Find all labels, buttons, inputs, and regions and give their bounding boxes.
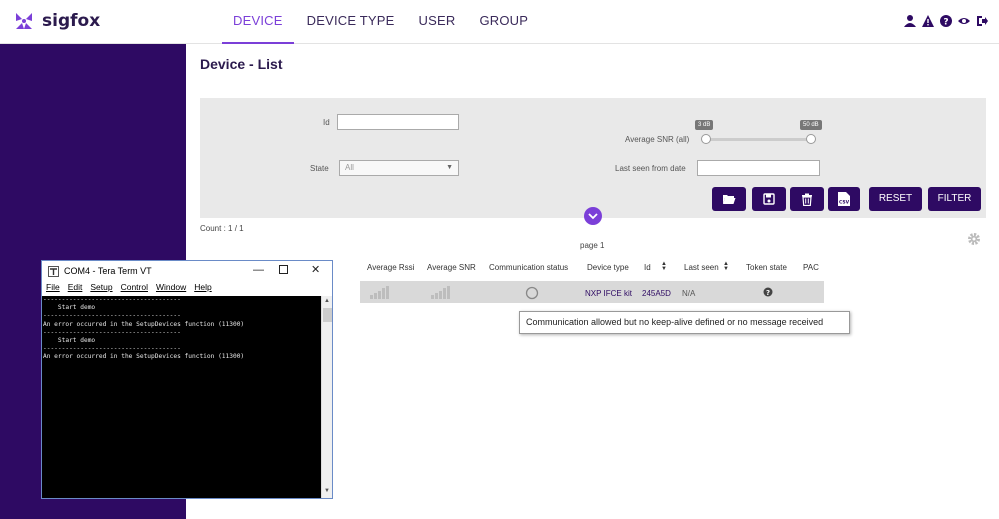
page-title: Device - List xyxy=(200,56,283,72)
trash-icon xyxy=(802,193,812,206)
nav-device[interactable]: DEVICE xyxy=(222,0,294,44)
snr-min-tooltip: 3 dB xyxy=(695,120,714,130)
column-average-snr[interactable]: Average SNR xyxy=(427,263,476,272)
terminal-line: Start demo xyxy=(43,304,96,312)
snr-signal-icon xyxy=(431,285,453,301)
help-icon[interactable]: ? xyxy=(939,14,953,28)
sigfox-logo[interactable]: sigfox xyxy=(12,9,100,33)
snr-slider-track[interactable] xyxy=(706,138,813,141)
reset-button[interactable]: RESET xyxy=(869,187,922,211)
tera-term-titlebar[interactable]: COM4 - Tera Term VT — ✕ xyxy=(42,261,332,282)
sort-last-seen-icon[interactable]: ▲ ▼ xyxy=(723,261,729,272)
svg-text:?: ? xyxy=(766,289,770,297)
tera-term-title: COM4 - Tera Term VT xyxy=(64,266,152,276)
token-help-icon[interactable]: ? xyxy=(763,287,773,299)
terminal-line: ------------------------------------- xyxy=(43,345,181,353)
menu-setup[interactable]: Setup xyxy=(90,282,112,296)
communication-status-icon[interactable] xyxy=(525,286,539,302)
close-icon[interactable]: ✕ xyxy=(311,263,320,276)
menu-file[interactable]: File xyxy=(46,282,60,296)
maximize-icon[interactable] xyxy=(279,265,288,277)
csv-file-icon: CSV xyxy=(838,192,850,206)
device-type-link[interactable]: NXP IFCE kit xyxy=(585,289,632,298)
snr-min-handle[interactable] xyxy=(701,134,711,144)
column-token-state[interactable]: Token state xyxy=(746,263,787,272)
sigfox-logo-icon xyxy=(16,13,32,29)
column-id[interactable]: Id xyxy=(644,263,651,272)
terminal-line: ------------------------------------- xyxy=(43,328,181,336)
snr-label: Average SNR (all) xyxy=(625,135,690,144)
main-nav: DEVICE DEVICE TYPE USER GROUP xyxy=(222,0,541,44)
scroll-down-icon[interactable]: ▼ xyxy=(324,488,330,494)
chevron-down-icon: ▼ xyxy=(446,164,453,171)
terminal-line: Start demo xyxy=(43,337,96,345)
column-last-seen[interactable]: Last seen xyxy=(684,263,719,272)
nav-device-type[interactable]: DEVICE TYPE xyxy=(296,0,406,44)
menu-help[interactable]: Help xyxy=(194,282,211,296)
filter-panel: Id State All ▼ Average SNR (all) 3 dB 50… xyxy=(200,98,986,218)
logout-icon[interactable] xyxy=(975,14,989,28)
state-select-value: All xyxy=(345,163,354,172)
status-tooltip: Communication allowed but no keep-alive … xyxy=(519,311,850,334)
id-label: Id xyxy=(323,118,330,127)
terminal-line: ------------------------------------- xyxy=(43,296,181,303)
minimize-icon[interactable]: — xyxy=(253,264,264,276)
svg-text:?: ? xyxy=(943,18,948,28)
export-csv-button[interactable]: CSV xyxy=(828,187,860,211)
terminal-line: ------------------------------------- xyxy=(43,312,181,320)
chevron-down-icon xyxy=(588,213,598,220)
user-icon[interactable] xyxy=(903,14,917,28)
column-pac[interactable]: PAC xyxy=(803,263,819,272)
column-device-type[interactable]: Device type xyxy=(587,263,629,272)
terminal-screen[interactable]: ------------------------------------- St… xyxy=(42,296,321,498)
delete-button[interactable] xyxy=(790,187,824,211)
column-communication-status[interactable]: Communication status xyxy=(489,263,568,272)
csv-label: CSV xyxy=(839,200,850,206)
folder-open-icon xyxy=(723,195,736,204)
state-select[interactable]: All ▼ xyxy=(339,160,459,176)
scroll-up-icon[interactable]: ▲ xyxy=(324,298,330,304)
rssi-signal-icon xyxy=(370,285,392,301)
last-seen-date-input[interactable] xyxy=(697,160,820,176)
menu-window[interactable]: Window xyxy=(156,282,186,296)
column-average-rssi[interactable]: Average Rssi xyxy=(367,263,414,272)
terminal-scrollbar[interactable]: ▲ ▼ xyxy=(321,296,332,498)
expand-filters-button[interactable] xyxy=(584,207,602,225)
top-bar: sigfox DEVICE DEVICE TYPE USER GROUP ? xyxy=(0,0,999,44)
snr-max-handle[interactable] xyxy=(806,134,816,144)
last-seen-value: N/A xyxy=(682,289,696,298)
state-label: State xyxy=(310,164,329,173)
filter-button[interactable]: FILTER xyxy=(928,187,981,211)
tera-term-window: COM4 - Tera Term VT — ✕ File Edit Setup … xyxy=(41,260,333,499)
gear-icon[interactable] xyxy=(967,232,981,251)
warning-icon[interactable] xyxy=(921,14,935,28)
nav-user[interactable]: USER xyxy=(408,0,467,44)
id-input[interactable] xyxy=(337,114,459,130)
last-seen-label: Last seen from date xyxy=(615,164,686,173)
terminal-line: An error occurred in the SetupDevices fu… xyxy=(43,320,245,328)
pagination-label: page 1 xyxy=(580,241,605,250)
brand-name: sigfox xyxy=(42,11,101,31)
top-icons: ? xyxy=(903,14,989,28)
tera-term-menu: File Edit Setup Control Window Help xyxy=(42,282,332,296)
menu-control[interactable]: Control xyxy=(121,282,148,296)
menu-edit[interactable]: Edit xyxy=(68,282,83,296)
save-button[interactable] xyxy=(752,187,786,211)
result-count: Count : 1 / 1 xyxy=(200,224,244,233)
device-id-link[interactable]: 245A5D xyxy=(642,289,671,298)
tera-term-app-icon xyxy=(48,266,59,277)
open-folder-button[interactable] xyxy=(712,187,746,211)
sort-id-icon[interactable]: ▲ ▼ xyxy=(661,261,667,272)
save-icon xyxy=(763,193,775,205)
terminal-line: An error occurred in the SetupDevices fu… xyxy=(43,353,245,361)
snr-max-tooltip: 50 dB xyxy=(800,120,822,130)
scrollbar-thumb[interactable] xyxy=(323,308,332,322)
eye-icon[interactable] xyxy=(957,14,971,28)
nav-group[interactable]: GROUP xyxy=(468,0,539,44)
